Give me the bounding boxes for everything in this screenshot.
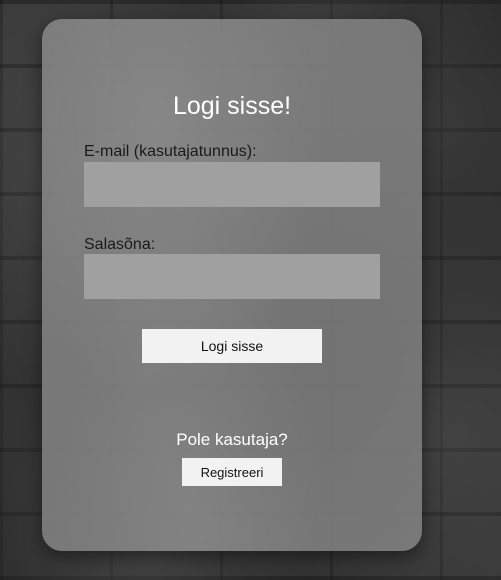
login-button[interactable]: Logi sisse — [142, 329, 322, 363]
email-label: E-mail (kasutajatunnus): — [84, 143, 257, 160]
no-account-prompt: Pole kasutaja? — [176, 430, 288, 449]
login-card: Logi sisse! E-mail (kasutajatunnus): Sal… — [42, 19, 422, 551]
email-field[interactable] — [84, 162, 380, 207]
register-button[interactable]: Registreeri — [182, 458, 282, 486]
page-title: Logi sisse! — [172, 92, 292, 120]
password-field[interactable] — [84, 254, 380, 299]
password-label: Salasõna: — [84, 236, 156, 253]
